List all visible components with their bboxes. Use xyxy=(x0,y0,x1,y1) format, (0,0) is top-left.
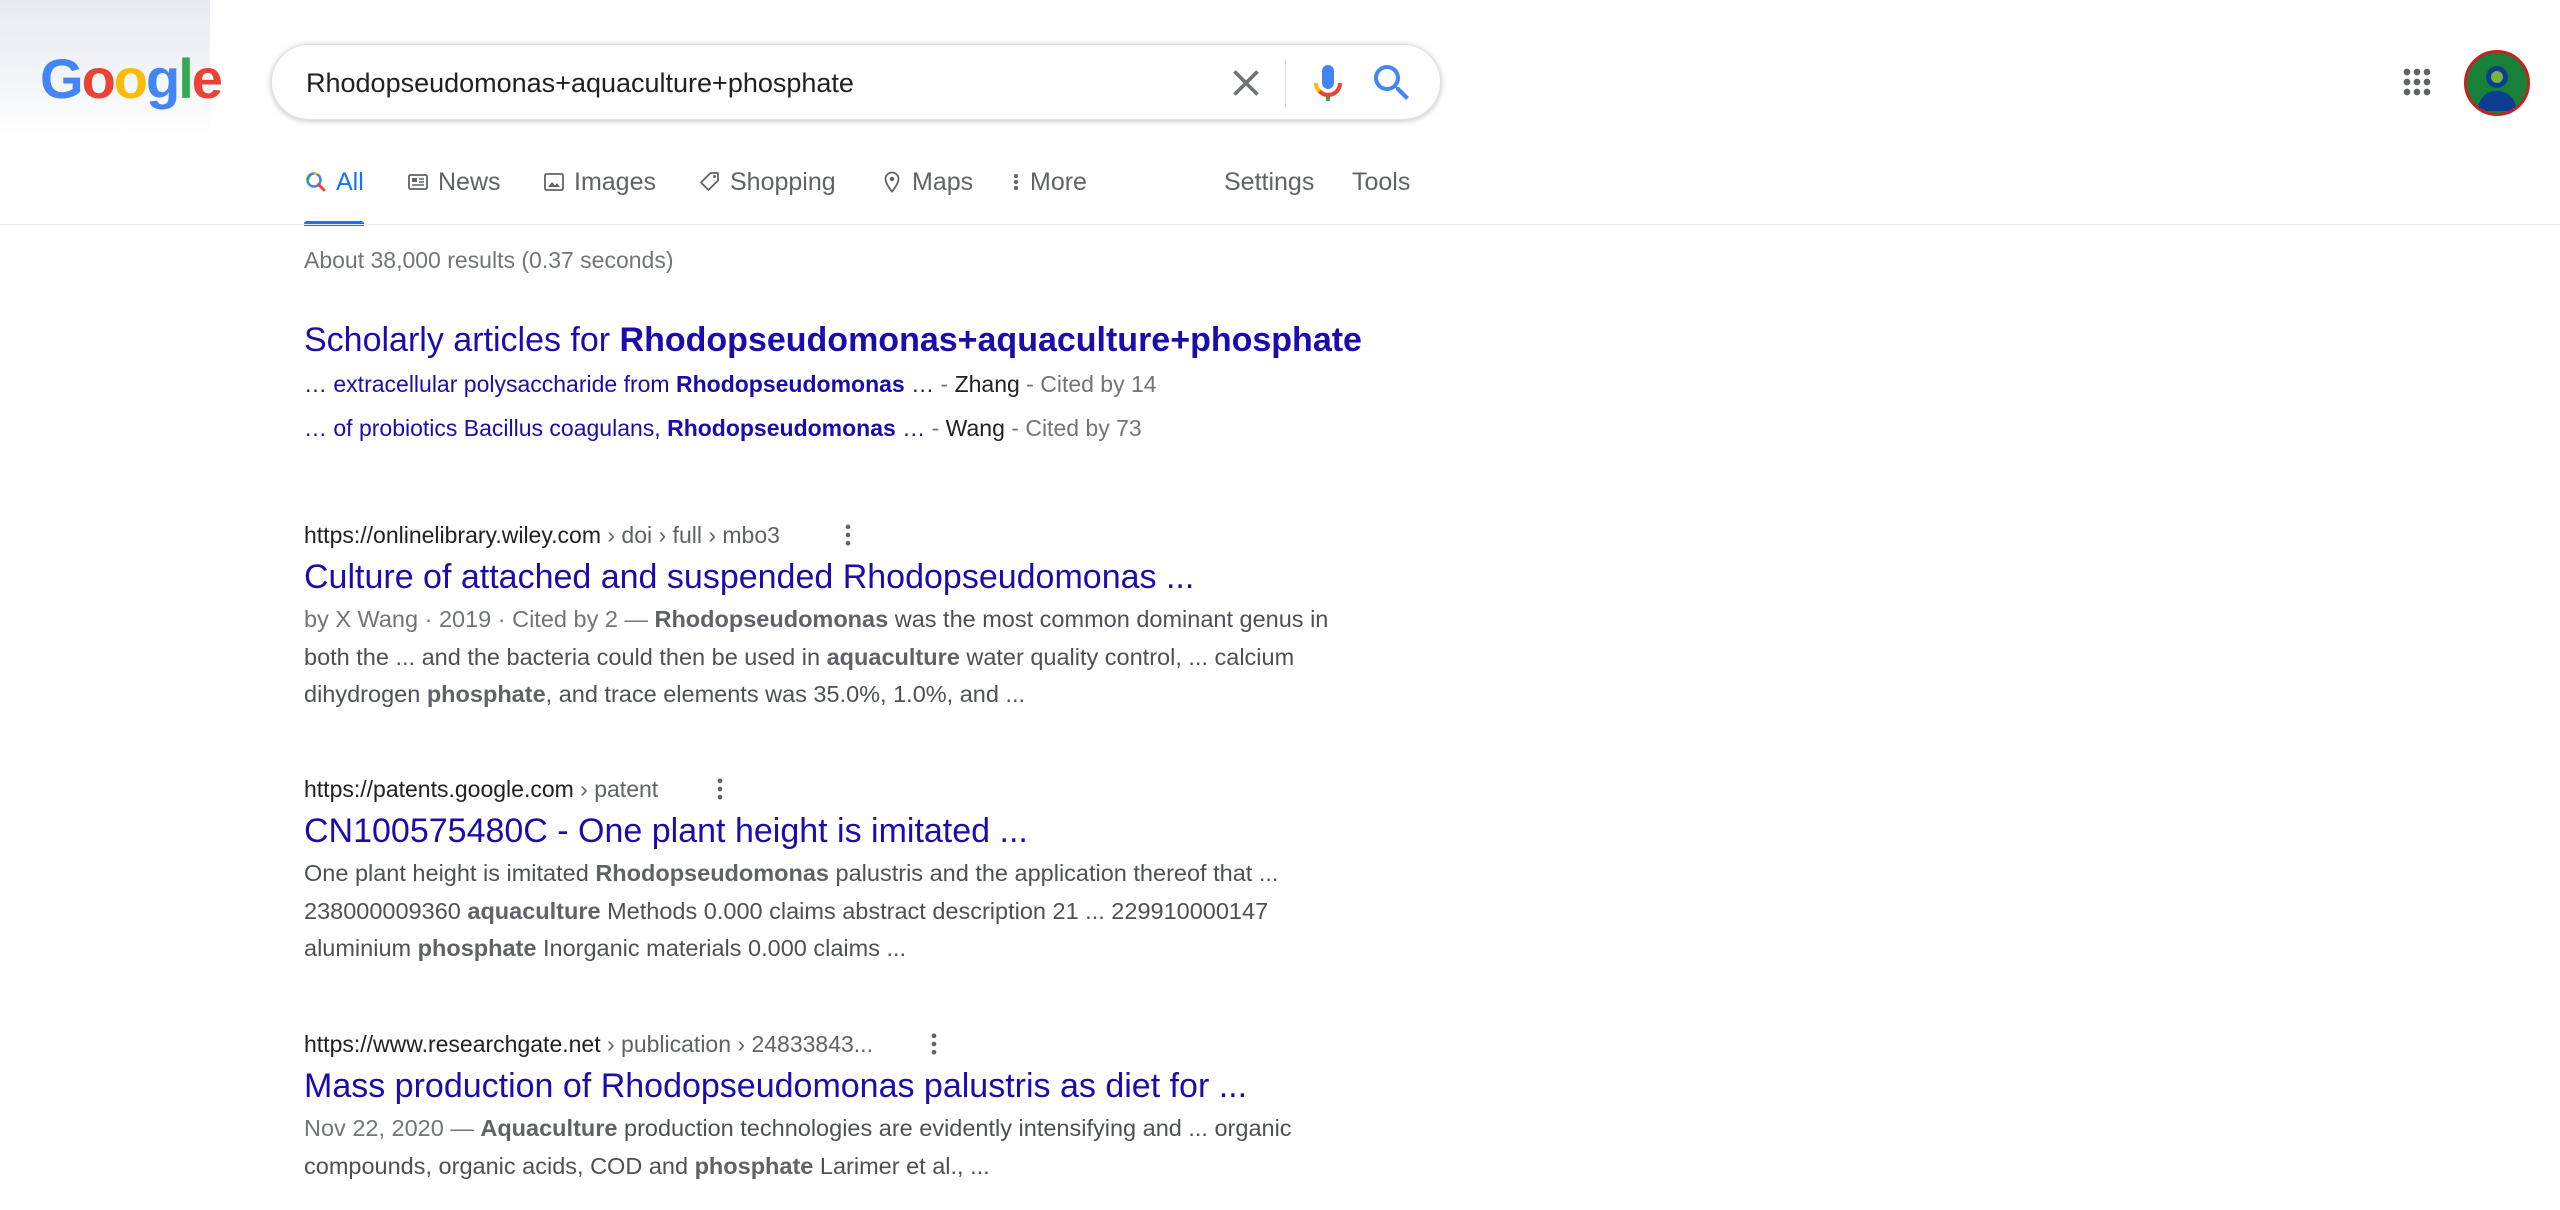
more-vert-icon[interactable] xyxy=(920,1030,948,1058)
result-title-link[interactable]: CN100575480C - One plant height is imita… xyxy=(304,809,1344,853)
tab-images[interactable]: Images xyxy=(542,166,656,226)
snippet-bold: aquaculture xyxy=(826,643,960,670)
search-divider xyxy=(1285,59,1286,107)
search-box xyxy=(271,44,1441,120)
settings-label: Settings xyxy=(1224,168,1315,196)
tag-icon xyxy=(700,172,719,191)
logo-letter: l xyxy=(178,47,194,110)
snippet-bold: phosphate xyxy=(426,681,546,707)
snippet-text: Larimer et al., ... xyxy=(813,1152,990,1179)
scholarly-title-link[interactable]: Scholarly articles for Rhodopseudomonas+… xyxy=(304,318,1362,362)
scholarly-item-cited: - Cited by 14 xyxy=(1019,371,1157,397)
snippet-bold: Aquaculture xyxy=(480,1115,618,1141)
more-vert-icon xyxy=(1014,174,1018,190)
snippet-bold: phosphate xyxy=(417,935,537,961)
google-logo[interactable]: Google xyxy=(0,0,223,136)
search-icon[interactable] xyxy=(1368,59,1416,107)
logo-letter: e xyxy=(191,47,223,110)
scholarly-item-cited: - Cited by 73 xyxy=(1004,415,1142,441)
tab-label: News xyxy=(438,168,501,196)
tab-label: More xyxy=(1030,168,1087,196)
logo-wordmark: Google xyxy=(40,46,223,111)
more-vert-icon[interactable] xyxy=(706,775,734,803)
tab-maps[interactable]: Maps xyxy=(880,166,973,226)
tab-more[interactable]: More xyxy=(1010,166,1087,226)
scholarly-articles-block: Scholarly articles for Rhodopseudomonas+… xyxy=(304,318,1362,450)
scholarly-item-bold: Rhodopseudomonas xyxy=(667,415,896,441)
tab-news[interactable]: News xyxy=(406,166,501,226)
map-pin-icon xyxy=(884,171,900,193)
search-input[interactable] xyxy=(306,63,1166,103)
result-path: › doi › full › mbo3 xyxy=(600,522,780,548)
scholarly-item-bold: Rhodopseudomonas xyxy=(675,371,905,397)
header-divider xyxy=(0,224,2560,225)
tab-shopping[interactable]: Shopping xyxy=(698,166,836,226)
image-icon xyxy=(544,173,564,191)
scholarly-item-sep: - xyxy=(925,415,946,441)
snippet-text: One plant height is imitated xyxy=(304,860,596,886)
news-icon xyxy=(408,174,428,190)
scholarly-item[interactable]: … extracellular polysaccharide from Rhod… xyxy=(304,362,1344,406)
result-title-link[interactable]: Mass production of Rhodopseudomonas palu… xyxy=(304,1064,1344,1108)
search-result: https://www.researchgate.net › publicati… xyxy=(304,1028,1344,1185)
tools-link[interactable]: Tools xyxy=(1352,166,1410,226)
result-snippet: Nov 22, 2020 — Aquaculture production te… xyxy=(304,1110,1344,1185)
search-result: https://patents.google.com › patent CN10… xyxy=(304,773,1344,968)
logo-letter: o xyxy=(81,47,116,110)
snippet-text: Inorganic materials 0.000 claims ... xyxy=(536,935,907,961)
result-path: › publication › 24833843... xyxy=(600,1031,873,1057)
tools-label: Tools xyxy=(1352,168,1411,196)
snippet-bold: phosphate xyxy=(694,1152,814,1179)
search-icon xyxy=(306,172,326,192)
tab-label: Images xyxy=(574,168,656,196)
scholarly-item-text: … of probiotics Bacillus coagulans, xyxy=(304,415,668,441)
apps-icon[interactable] xyxy=(2397,62,2437,102)
snippet-bold: Rhodopseudomonas xyxy=(595,860,830,886)
scholarly-item-text: … extracellular polysaccharide from xyxy=(304,371,676,397)
scholarly-item-author: Zhang xyxy=(954,371,1020,397)
scholarly-item[interactable]: … of probiotics Bacillus coagulans, Rhod… xyxy=(304,406,1344,450)
snippet-meta: by X Wang · 2019 · Cited by 2 — xyxy=(304,606,655,632)
snippet-bold: aquaculture xyxy=(467,897,601,924)
result-snippet: by X Wang · 2019 · Cited by 2 — Rhodopse… xyxy=(304,601,1344,714)
result-domain: https://onlinelibrary.wiley.com xyxy=(304,522,601,548)
scholarly-item-text: … xyxy=(904,371,935,397)
snippet-text: , and trace elements was 35.0%, 1.0%, an… xyxy=(545,681,1026,707)
settings-link[interactable]: Settings xyxy=(1224,166,1314,226)
avatar-image xyxy=(2467,53,2527,113)
logo-letter: o xyxy=(113,47,148,110)
result-url[interactable]: https://onlinelibrary.wiley.com › doi › … xyxy=(304,519,1344,551)
logo-letter: g xyxy=(146,47,180,110)
result-domain: https://www.researchgate.net xyxy=(304,1031,601,1057)
tab-label: All xyxy=(336,168,364,196)
snippet-bold: Rhodopseudomonas xyxy=(654,606,889,632)
scholarly-item-sep: - xyxy=(934,371,955,397)
result-url[interactable]: https://www.researchgate.net › publicati… xyxy=(304,1028,1344,1060)
mic-icon[interactable] xyxy=(1304,59,1352,107)
scholarly-item-author: Wang xyxy=(945,415,1005,441)
result-snippet: One plant height is imitated Rhodopseudo… xyxy=(304,855,1344,968)
scholarly-title-prefix: Scholarly articles for xyxy=(304,321,620,359)
close-icon[interactable] xyxy=(1224,61,1268,105)
tab-all[interactable]: All xyxy=(304,166,364,226)
search-result: https://onlinelibrary.wiley.com › doi › … xyxy=(304,519,1344,714)
snippet-meta: Nov 22, 2020 — xyxy=(304,1115,481,1141)
search-results-page: Google Rhodopseudomonas+aquaculture+phos… xyxy=(0,0,2560,1210)
result-domain: https://patents.google.com xyxy=(304,776,574,802)
tab-label: Shopping xyxy=(730,168,836,196)
tab-label: Maps xyxy=(912,168,974,196)
result-stats: About 38,000 results (0.37 seconds) xyxy=(304,247,674,273)
avatar[interactable] xyxy=(2464,50,2530,116)
result-path: › patent xyxy=(573,776,659,802)
scholarly-item-text: … xyxy=(895,415,926,441)
more-vert-icon[interactable] xyxy=(834,521,862,549)
result-url[interactable]: https://patents.google.com › patent xyxy=(304,773,1344,805)
result-title-link[interactable]: Culture of attached and suspended Rhodop… xyxy=(304,555,1344,599)
logo-letter: G xyxy=(40,47,84,110)
scholarly-title-query: Rhodopseudomonas+aquaculture+phosphate xyxy=(619,321,1362,359)
